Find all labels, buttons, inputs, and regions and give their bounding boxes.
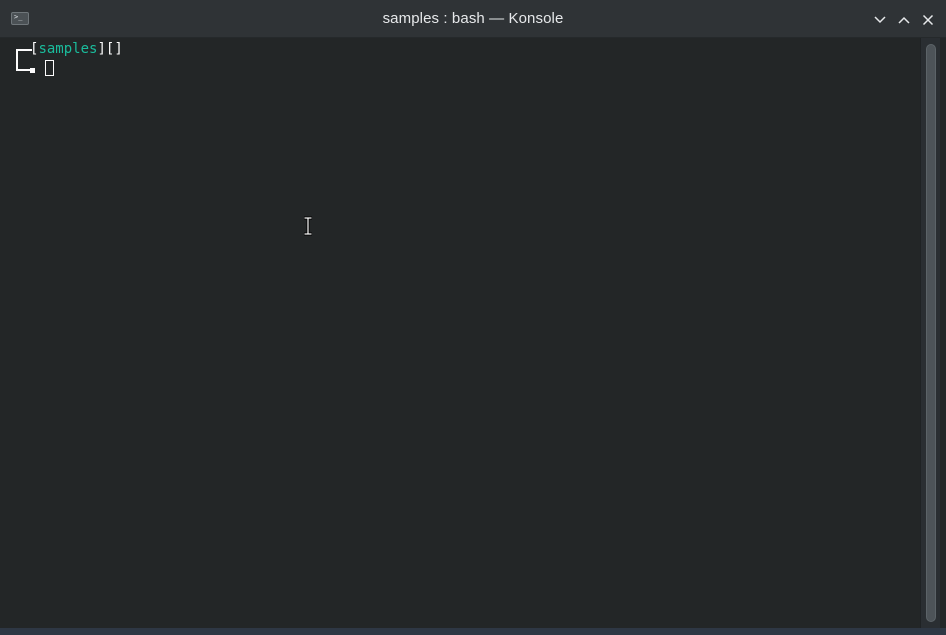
ibeam-cursor-icon — [304, 216, 312, 236]
terminal-output[interactable]: [samples][] — [6, 38, 918, 628]
vertical-scrollbar[interactable] — [920, 38, 940, 628]
text-cursor — [45, 60, 54, 76]
close-button[interactable] — [920, 12, 936, 28]
window-title: samples : bash — Konsole — [382, 10, 564, 27]
prompt-line-2 — [14, 59, 54, 78]
scrollbar-thumb[interactable] — [926, 44, 936, 622]
prompt-corner-top — [14, 40, 32, 61]
chevron-down-icon — [874, 16, 886, 24]
window-bottom-frame — [0, 628, 946, 635]
prompt-line-1: [samples][] — [14, 40, 123, 61]
minimize-button[interactable] — [872, 12, 888, 28]
current-directory: samples — [38, 41, 98, 57]
git-status-brackets: [] — [105, 41, 123, 57]
title-bar[interactable]: >_ samples : bash — Konsole — [0, 0, 946, 38]
maximize-button[interactable] — [896, 12, 912, 28]
chevron-up-icon — [898, 16, 910, 24]
konsole-window: >_ samples : bash — Konsole [samples][] — [0, 0, 946, 635]
close-icon — [922, 14, 934, 26]
close-bracket: ] — [97, 41, 106, 57]
prompt-corner-bottom — [14, 59, 32, 78]
